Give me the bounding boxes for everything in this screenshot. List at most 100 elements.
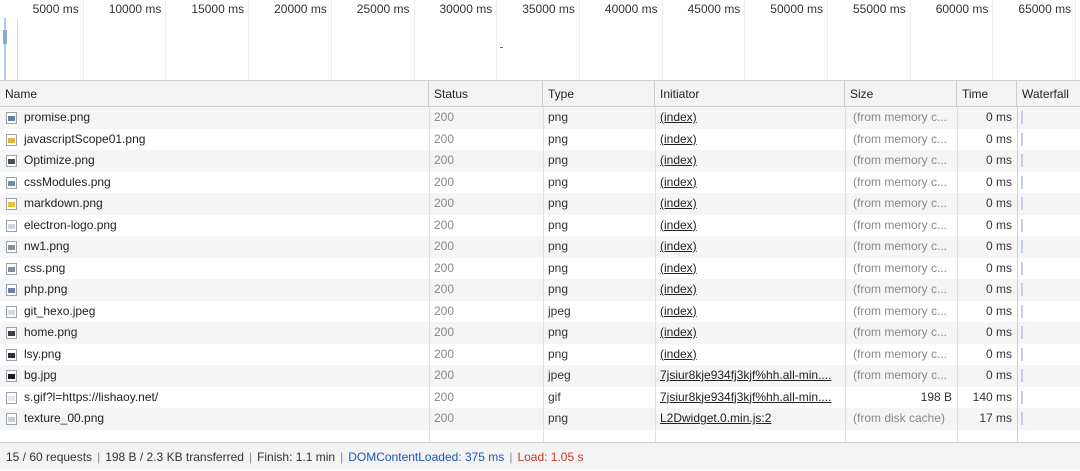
request-name[interactable]: git_hexo.jpeg [0, 301, 429, 323]
request-time: 0 ms [985, 260, 1012, 275]
request-size: (from memory c... [853, 239, 948, 253]
request-waterfall[interactable] [1017, 236, 1080, 258]
request-name[interactable]: texture_00.png [0, 408, 429, 430]
timeline-overview[interactable]: 5000 ms 10000 ms 15000 ms 20000 ms 25000 ms 3… [0, 0, 1080, 80]
table-row[interactable]: javascriptScope01.png 200 png (index) (from … [0, 128, 1080, 151]
overview-tick-line [1075, 0, 1077, 80]
column-divider [957, 107, 958, 442]
waterfall-bar [1021, 111, 1023, 124]
separator: | [340, 450, 344, 464]
request-initiator-link[interactable]: (index) [655, 150, 845, 172]
column-divider [655, 107, 656, 442]
request-initiator-link[interactable]: (index) [655, 258, 845, 280]
table-row[interactable]: css.png 200 png (index) (from memory c... 0 m… [0, 257, 1080, 280]
overview-tick-line [661, 0, 663, 80]
request-initiator-link[interactable]: 7jsiur8kje934fj3kjf%hh.all-min.... [655, 387, 845, 409]
table-row[interactable]: electron-logo.png 200 png (index) (from memo… [0, 214, 1080, 237]
column-header-type[interactable]: Type [543, 81, 655, 107]
request-initiator-link[interactable]: (index) [655, 193, 845, 215]
request-waterfall[interactable] [1017, 258, 1080, 280]
table-row[interactable]: git_hexo.jpeg 200 jpeg (index) (from memory … [0, 300, 1080, 323]
request-name[interactable]: home.png [0, 322, 429, 344]
waterfall-bar [1021, 326, 1023, 339]
request-initiator-link[interactable]: (index) [655, 107, 845, 129]
request-waterfall[interactable] [1017, 279, 1080, 301]
request-initiator-link[interactable]: (index) [655, 129, 845, 151]
request-name[interactable]: php.png [0, 279, 429, 301]
overview-tick-label: 10000 ms [108, 2, 162, 16]
request-name[interactable]: cssModules.png [0, 172, 429, 194]
request-type: png [548, 282, 569, 296]
request-waterfall[interactable] [1017, 129, 1080, 151]
column-header-initiator[interactable]: Initiator [655, 81, 845, 107]
request-initiator-link[interactable]: (index) [655, 172, 845, 194]
request-name[interactable]: nw1.png [0, 236, 429, 258]
request-waterfall[interactable] [1017, 150, 1080, 172]
column-header-status[interactable]: Status [429, 81, 543, 107]
request-waterfall[interactable] [1017, 193, 1080, 215]
request-status: 200 [434, 411, 455, 425]
request-status: 200 [434, 110, 455, 124]
table-row[interactable]: s.gif?l=https://lishaoy.net/200 gif 7jsiur… [0, 386, 1080, 409]
table-row[interactable]: php.png 200 png (index) (from memory c... 0 m… [0, 279, 1080, 301]
request-initiator-link[interactable]: (index) [655, 301, 845, 323]
request-type: png [548, 217, 569, 232]
column-divider [543, 107, 544, 442]
finish-time: Finish: 1.1 min [257, 450, 336, 464]
request-waterfall[interactable] [1017, 365, 1080, 387]
request-name[interactable]: s.gif?l=https://lishaoy.net/ [0, 387, 429, 409]
overview-request-bar [4, 18, 6, 80]
column-header-name[interactable]: Name [0, 81, 429, 107]
table-row[interactable]: Optimize.png 200 png (index) (from memory c.… [0, 150, 1080, 172]
overview-tick-label: 20000 ms [274, 2, 327, 16]
request-initiator-link[interactable]: L2Dwidget.0.min.js:2 [655, 408, 845, 430]
column-header-size[interactable]: Size [845, 81, 957, 107]
request-name[interactable]: bg.jpg [0, 365, 429, 387]
request-time: 0 ms [985, 196, 1012, 210]
request-size: (from disk cache) [853, 411, 946, 425]
request-waterfall[interactable] [1017, 408, 1080, 430]
column-header-waterfall[interactable]: Waterfall [1017, 81, 1080, 107]
request-waterfall[interactable] [1017, 107, 1080, 129]
request-initiator-link[interactable]: 7jsiur8kje934fj3kjf%hh.all-min.... [655, 365, 845, 387]
request-initiator-link[interactable]: (index) [655, 279, 845, 301]
request-name[interactable]: promise.png [0, 107, 429, 129]
request-type: png [548, 110, 569, 124]
request-time: 0 ms [985, 346, 1012, 361]
overview-request-marker [3, 30, 7, 44]
request-initiator-link[interactable]: (index) [655, 322, 845, 344]
request-waterfall[interactable] [1017, 172, 1080, 194]
table-row[interactable]: home.png 200 png (index) (from memory c... 0 … [0, 322, 1080, 344]
request-name[interactable]: Optimize.png [0, 150, 429, 172]
table-row[interactable]: nw1.png 200 png (index) (from memory c... 0 m… [0, 236, 1080, 258]
table-row[interactable]: cssModules.png 200 png (index) (from memory … [0, 171, 1080, 194]
table-row[interactable]: lsy.png 200 png (index) (from memory c... 0 m… [0, 343, 1080, 366]
network-request-table: Name Status Type Initiator Size Time Wat… [0, 80, 1080, 442]
request-name[interactable]: electron-logo.png [0, 215, 429, 237]
request-initiator-link[interactable]: (index) [655, 215, 845, 237]
overview-tick-label: 5000 ms [32, 2, 79, 16]
table-row[interactable]: promise.png 200 png (index) (from memory c..… [0, 107, 1080, 129]
request-waterfall[interactable] [1017, 322, 1080, 344]
request-waterfall[interactable] [1017, 301, 1080, 323]
table-row[interactable]: markdown.png 200 png (index) (from memory c.… [0, 193, 1080, 215]
request-name[interactable]: css.png [0, 258, 429, 280]
column-header-time[interactable]: Time [957, 81, 1017, 107]
request-initiator-link[interactable]: (index) [655, 236, 845, 258]
request-waterfall[interactable] [1017, 387, 1080, 409]
table-row[interactable]: texture_00.png 200 png L2Dwidget.0.min.js:2… [0, 408, 1080, 430]
request-initiator-link[interactable]: (index) [655, 344, 845, 366]
column-divider [429, 107, 430, 442]
overview-tick-line [744, 0, 746, 80]
overview-tick-line [578, 0, 580, 80]
request-status: 200 [434, 217, 455, 232]
request-name[interactable]: markdown.png [0, 193, 429, 215]
request-waterfall[interactable] [1017, 215, 1080, 237]
request-name[interactable]: lsy.png [0, 344, 429, 366]
request-waterfall[interactable] [1017, 344, 1080, 366]
request-time: 0 ms [985, 282, 1012, 296]
request-name[interactable]: javascriptScope01.png [0, 129, 429, 151]
transferred-size: 198 B / 2.3 KB transferred [105, 450, 244, 464]
table-row[interactable]: bg.jpg 200 jpeg 7jsiur8kje934fj3kjf%hh.all-… [0, 365, 1080, 387]
request-size: (from memory c... [853, 282, 948, 296]
